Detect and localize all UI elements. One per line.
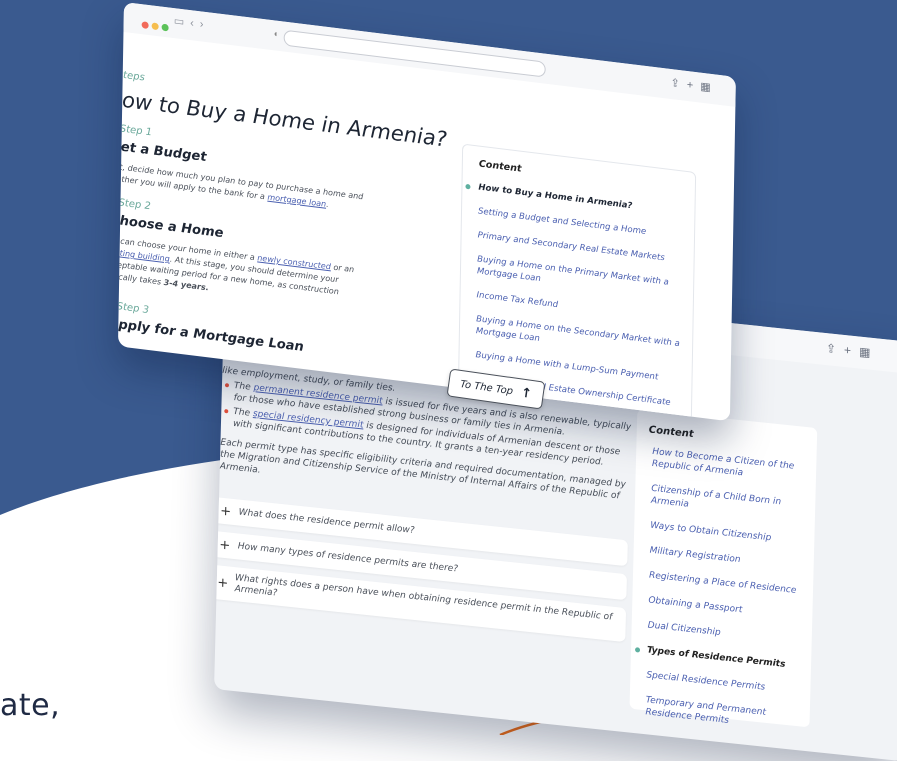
maximize-icon[interactable] (161, 23, 169, 32)
content-link[interactable]: Ways to Obtain Citizenship (650, 520, 808, 549)
background-text: ate, (0, 688, 61, 723)
step-text-part: . (326, 199, 329, 210)
tabs-icon[interactable]: ▦ (859, 345, 879, 361)
back-icon[interactable]: ‹ (190, 17, 200, 30)
new-tab-icon[interactable]: + (844, 343, 859, 359)
tabs-icon[interactable]: ▦ (700, 81, 718, 95)
content-link[interactable]: Registering a Place of Residence (649, 570, 807, 599)
breadcrumb[interactable]: Steps (118, 69, 145, 83)
plus-icon: + (219, 537, 231, 554)
content-link[interactable]: Citizenship of a Child Born in Armenia (651, 483, 810, 524)
bullet-text: The (233, 406, 254, 419)
front-toolbar-icons: ⇪+▦ (671, 76, 718, 95)
step-text-bold: 3-4 years. (163, 277, 209, 293)
page-title: How to Buy a Home in Armenia? (117, 85, 448, 152)
content-link[interactable]: How to Become a Citizen of the Republic … (652, 446, 811, 487)
step-name: Apply for a Mortgage Loan (117, 316, 304, 356)
step-label: Step 3 (117, 301, 150, 317)
content-link[interactable]: Dual Citizenship (648, 619, 806, 648)
step-text-part: or an (330, 262, 355, 275)
arrow-up-icon: ↑ (519, 385, 533, 402)
privacy-icon: ◐ (273, 28, 280, 40)
forward-icon[interactable]: › (200, 18, 210, 31)
share-icon[interactable]: ⇪ (671, 77, 687, 91)
faq-question: How many types of residence permits are … (237, 541, 459, 575)
minimize-icon[interactable] (151, 22, 159, 31)
content-link[interactable]: Special Residence Permits (646, 669, 804, 698)
share-icon[interactable]: ⇪ (826, 341, 844, 357)
step-text: You can choose your home in either a new… (118, 234, 364, 314)
back-content-sidebar: Content How to Become a Citizen of the R… (629, 409, 818, 728)
content-link-active[interactable]: Types of Residence Permits (647, 644, 805, 673)
back-toolbar-icons: ⇪+▦ (826, 341, 879, 360)
plus-icon: + (217, 574, 229, 591)
content-link[interactable]: Temporary and Permanent Residence Permit… (645, 694, 804, 735)
step-label: Step 1 (119, 123, 153, 139)
faq-question: What does the residence permit allow? (238, 507, 415, 536)
step-text: First, decide how much you plan to pay t… (118, 160, 365, 216)
sidebar-icon[interactable]: ▭ (174, 15, 191, 29)
nav-icons: ▭‹› (174, 14, 210, 31)
content-link[interactable]: Military Registration (650, 545, 808, 574)
bullet-text: The (233, 380, 254, 394)
new-tab-icon[interactable]: + (687, 79, 701, 93)
close-icon[interactable] (141, 21, 149, 30)
to-the-top-label: To The Top (459, 378, 514, 397)
content-link[interactable]: Obtaining a Passport (648, 595, 806, 624)
step-label: Step 2 (118, 197, 151, 213)
step-name: Set a Budget (117, 138, 207, 166)
window-controls (141, 15, 171, 37)
step-text-part: First, decide how much you plan to pay t… (117, 160, 364, 202)
